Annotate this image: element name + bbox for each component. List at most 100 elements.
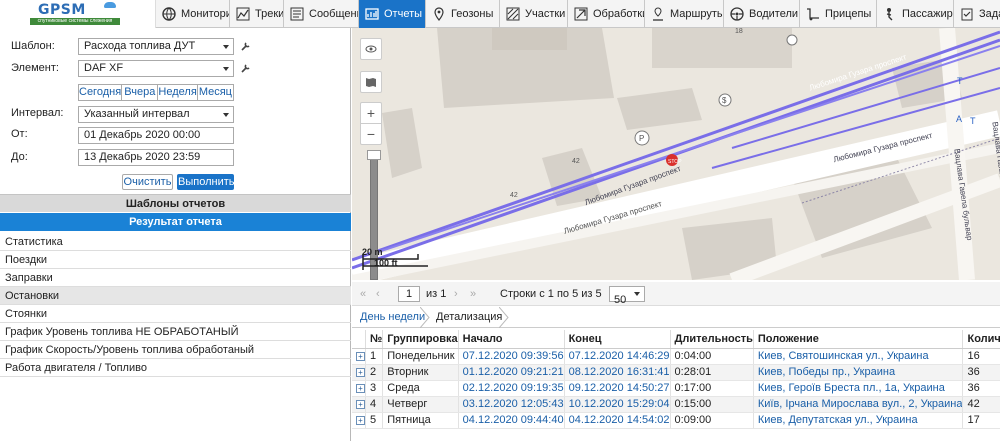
yesterday-button[interactable]: Вчера (122, 85, 159, 100)
col-grouping[interactable]: Группировка (382, 330, 459, 349)
last-page-icon[interactable]: » (470, 288, 476, 300)
expand-cell[interactable]: + (352, 348, 366, 365)
map-layers-icon[interactable] (360, 71, 382, 93)
svg-text:P: P (639, 134, 644, 143)
tab-reports[interactable]: Отчеты (359, 0, 426, 28)
from-date-input[interactable]: 01 Декабрь 2020 00:00 (78, 127, 234, 144)
clear-button[interactable]: Очистить (122, 174, 173, 190)
trailer-icon (806, 7, 820, 21)
zoom-out-button[interactable]: − (360, 123, 382, 145)
cell-start[interactable]: 07.12.2020 09:39:56 (458, 348, 565, 365)
rows-info: Строки с 1 по 5 из 5 (500, 288, 602, 300)
tab-trailers[interactable]: Прицепы (800, 0, 877, 28)
tab-messages[interactable]: Сообщения (284, 0, 359, 28)
col-end[interactable]: Конец (564, 330, 671, 349)
cell-end[interactable]: 09.12.2020 14:50:27 (564, 380, 671, 397)
tab-monitoring[interactable]: Мониторинг (156, 0, 230, 28)
globe-icon (162, 7, 176, 21)
cell-end[interactable]: 04.12.2020 14:54:02 (564, 412, 671, 429)
template-select[interactable]: Расхода топлива ДУТ (78, 38, 234, 55)
cell-number: 4 (365, 396, 384, 413)
col-number[interactable]: № (365, 330, 384, 349)
map-canvas: P $ STOP (352, 28, 1000, 280)
zoom-slider-handle[interactable] (367, 150, 381, 160)
result-item-trips[interactable]: Поездки (0, 251, 351, 269)
wrench-icon[interactable] (240, 64, 250, 74)
result-item-statistics[interactable]: Статистика (0, 233, 351, 251)
chevron-down-icon (634, 292, 640, 296)
tab-detail[interactable]: Детализация (436, 311, 502, 323)
today-button[interactable]: Сегодня (79, 85, 123, 100)
expand-icon[interactable]: + (356, 384, 365, 393)
expand-icon[interactable]: + (356, 352, 365, 361)
result-item-speed-fuel-chart[interactable]: График Скорость/Уровень топлива обработа… (0, 341, 351, 359)
run-button[interactable]: Выполнить (177, 174, 234, 190)
expand-cell[interactable]: + (352, 364, 366, 381)
next-page-icon[interactable]: › (454, 288, 458, 300)
col-start[interactable]: Начало (458, 330, 565, 349)
cell-location[interactable]: Киев, Святошинская ул., Украина (753, 348, 964, 365)
cell-number: 3 (365, 380, 384, 397)
cell-location[interactable]: Киев, Победы пр., Украина (753, 364, 964, 381)
expand-icon[interactable]: + (356, 400, 365, 409)
expand-cell[interactable]: + (352, 380, 366, 397)
result-item-stops[interactable]: Остановки (0, 287, 351, 305)
tab-tasks[interactable]: Задачи (954, 0, 1000, 28)
tab-geozones[interactable]: Геозоны (426, 0, 500, 28)
col-count[interactable]: Количество (962, 330, 1000, 349)
table-row[interactable]: + 5 Пятница 04.12.2020 09:44:40 04.12.20… (352, 412, 1000, 429)
prev-page-icon[interactable]: ‹ (376, 288, 380, 300)
cell-duration: 0:09:00 (670, 412, 754, 429)
col-duration[interactable]: Длительность (670, 330, 754, 349)
result-item-parkings[interactable]: Стоянки (0, 305, 351, 323)
tab-label: Отчеты (384, 8, 423, 20)
month-button[interactable]: Месяц (197, 85, 234, 100)
expand-icon[interactable]: + (356, 368, 365, 377)
tab-drivers[interactable]: Водители (724, 0, 800, 28)
table-row[interactable]: + 1 Понедельник 07.12.2020 09:39:56 07.1… (352, 348, 1000, 365)
zoom-in-button[interactable]: + (360, 102, 382, 124)
cell-end[interactable]: 08.12.2020 16:31:41 (564, 364, 671, 381)
page-size-value: 50 (614, 294, 627, 306)
result-item-refuels[interactable]: Заправки (0, 269, 351, 287)
table-row[interactable]: + 3 Среда 02.12.2020 09:19:35 09.12.2020… (352, 380, 1000, 397)
expand-cell[interactable]: + (352, 396, 366, 413)
cell-start[interactable]: 02.12.2020 09:19:35 (458, 380, 565, 397)
cell-end[interactable]: 07.12.2020 14:46:29 (564, 348, 671, 365)
tab-passengers[interactable]: Пассажиры (877, 0, 954, 28)
cell-location[interactable]: Киев, Героїв Бреста пл., 1а, Украина (753, 380, 964, 397)
element-select[interactable]: DAF XF (78, 60, 234, 77)
week-button[interactable]: Неделя (158, 85, 198, 100)
interval-select[interactable]: Указанный интервал (78, 106, 234, 123)
result-item-engine-fuel[interactable]: Работа двигателя / Топливо (0, 359, 351, 377)
cell-end[interactable]: 10.12.2020 15:29:04 (564, 396, 671, 413)
tab-sections[interactable]: Участки (500, 0, 568, 28)
eye-icon[interactable] (360, 38, 382, 60)
wrench-icon[interactable] (240, 42, 250, 52)
table-row[interactable]: + 4 Четверг 03.12.2020 12:05:43 10.12.20… (352, 396, 1000, 413)
report-templates-header[interactable]: Шаблоны отчетов (0, 194, 351, 212)
logo[interactable]: GPSM спутниковые системы слежения (0, 0, 156, 28)
page-size-select[interactable]: 50 (609, 286, 645, 306)
cell-start[interactable]: 04.12.2020 09:44:40 (458, 412, 565, 429)
cell-start[interactable]: 01.12.2020 09:21:21 (458, 364, 565, 381)
tab-weekday[interactable]: День недели (360, 311, 425, 323)
col-location[interactable]: Положение (753, 330, 964, 349)
page-number-input[interactable]: 1 (398, 286, 420, 302)
cell-start[interactable]: 03.12.2020 12:05:43 (458, 396, 565, 413)
report-result-header[interactable]: Результат отчета (0, 213, 351, 231)
tab-processing[interactable]: Обработки (568, 0, 645, 28)
cell-location[interactable]: Київ, Ірчана Мирослава вул., 2, Украина (753, 396, 964, 413)
result-item-fuel-chart-raw[interactable]: График Уровень топлива НЕ ОБРАБОТАНЫЙ (0, 323, 351, 341)
first-page-icon[interactable]: « (360, 288, 366, 300)
report-table: № Группировка Начало Конец Длительность … (352, 330, 1000, 441)
cell-duration: 0:28:01 (670, 364, 754, 381)
expand-icon[interactable]: + (356, 416, 365, 425)
tab-tracks[interactable]: Треки (230, 0, 284, 28)
expand-cell[interactable]: + (352, 412, 366, 429)
tab-routes[interactable]: Маршруты (645, 0, 724, 28)
table-row[interactable]: + 2 Вторник 01.12.2020 09:21:21 08.12.20… (352, 364, 1000, 381)
map-view[interactable]: P $ STOP 18 42 42 T T A Любомира Гузара … (352, 28, 1000, 280)
to-date-input[interactable]: 13 Декабрь 2020 23:59 (78, 149, 234, 166)
cell-location[interactable]: Киев, Депутатская ул., Украина (753, 412, 964, 429)
